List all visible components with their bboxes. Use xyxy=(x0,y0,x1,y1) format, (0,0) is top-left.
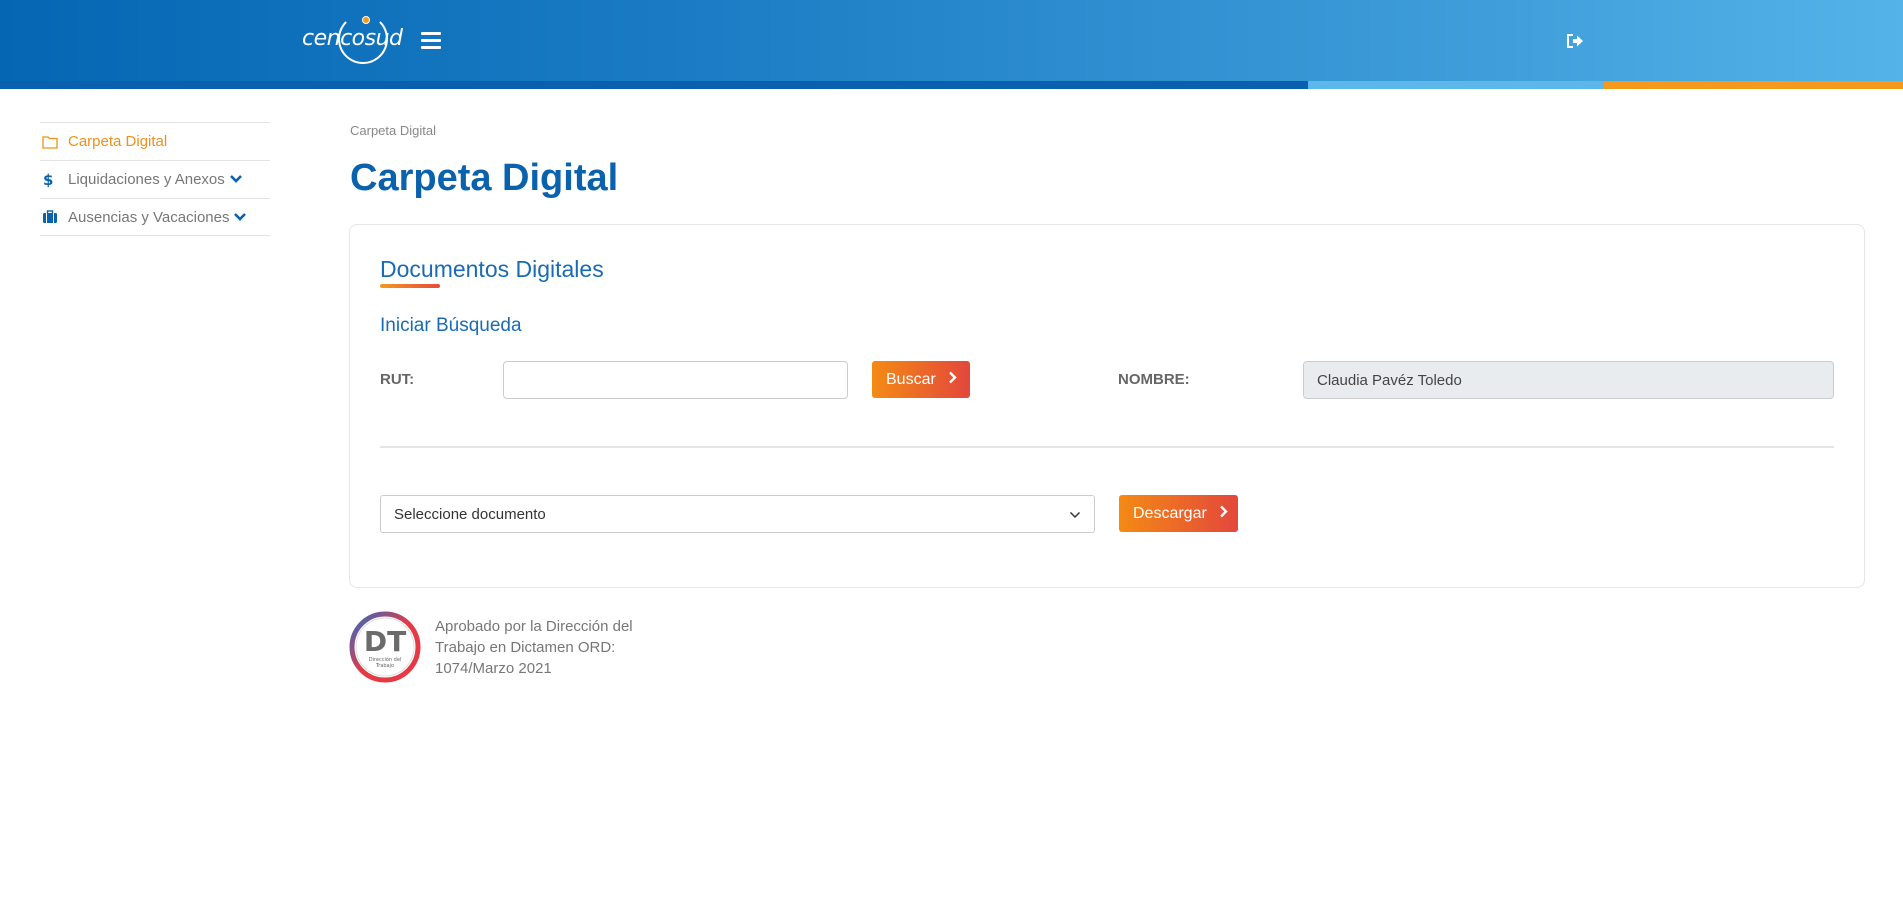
sidebar-item-label: Ausencias y Vacaciones xyxy=(68,208,230,226)
sidebar-nav: Carpeta Digital $ Liquidaciones y Anexos… xyxy=(40,122,270,236)
svg-text:$: $ xyxy=(43,172,53,188)
hamburger-icon[interactable] xyxy=(421,32,441,50)
card-title: Documentos Digitales xyxy=(380,256,604,282)
header-stripe xyxy=(0,81,1903,89)
dollar-icon: $ xyxy=(40,172,68,188)
svg-text:Dirección del: Dirección del xyxy=(369,656,402,663)
approval-line-1: Aprobado por la Dirección del xyxy=(435,618,633,635)
document-select-value: Seleccione documento xyxy=(394,505,546,523)
chevron-down-icon xyxy=(1069,506,1081,523)
sidebar-item-liquidaciones[interactable]: $ Liquidaciones y Anexos xyxy=(40,160,270,198)
approval-text: Aprobado por la Dirección del Trabajo en… xyxy=(435,616,645,679)
buscar-button[interactable]: Buscar xyxy=(872,361,970,398)
title-underline xyxy=(380,284,440,288)
descargar-button-label: Descargar xyxy=(1133,504,1207,522)
top-header: cencosud xyxy=(0,0,1903,89)
chevron-right-icon xyxy=(948,371,957,389)
approval-footer: DT Dirección del Trabajo Aprobado por la… xyxy=(349,611,645,683)
chevron-down-icon[interactable] xyxy=(229,171,243,188)
chevron-down-icon[interactable] xyxy=(233,209,247,226)
sidebar-item-label: Liquidaciones y Anexos xyxy=(68,171,225,188)
chevron-right-icon xyxy=(1219,505,1228,523)
cencosud-logo[interactable]: cencosud xyxy=(302,14,403,66)
logo-dot xyxy=(362,16,370,24)
sidebar-item-carpeta-digital[interactable]: Carpeta Digital xyxy=(40,122,270,160)
document-select[interactable]: Seleccione documento xyxy=(380,495,1095,533)
folder-icon xyxy=(40,135,68,149)
briefcase-icon xyxy=(40,210,68,224)
documents-card: Documentos Digitales Iniciar Búsqueda RU… xyxy=(349,224,1865,588)
breadcrumb: Carpeta Digital xyxy=(350,123,436,138)
svg-text:DT: DT xyxy=(364,625,406,658)
dt-seal-logo: DT Dirección del Trabajo xyxy=(349,611,421,683)
svg-text:Trabajo: Trabajo xyxy=(375,663,394,669)
sign-out-icon[interactable] xyxy=(1565,32,1587,52)
nombre-label: NOMBRE: xyxy=(1118,371,1190,388)
sidebar-item-ausencias[interactable]: Ausencias y Vacaciones xyxy=(40,198,270,236)
divider xyxy=(380,446,1834,448)
rut-input[interactable] xyxy=(503,361,848,399)
sidebar-item-label: Carpeta Digital xyxy=(68,133,168,150)
buscar-button-label: Buscar xyxy=(886,370,936,388)
nombre-field: Claudia Pavéz Toledo xyxy=(1303,361,1834,399)
descargar-button[interactable]: Descargar xyxy=(1119,495,1238,532)
search-subtitle: Iniciar Búsqueda xyxy=(380,315,522,336)
rut-label: RUT: xyxy=(380,371,415,388)
page-title: Carpeta Digital xyxy=(350,157,619,199)
logo-text: cencosud xyxy=(302,26,403,51)
approval-line-3: 1074/Marzo 2021 xyxy=(435,660,552,677)
approval-line-2: Trabajo en Dictamen ORD: xyxy=(435,639,616,656)
